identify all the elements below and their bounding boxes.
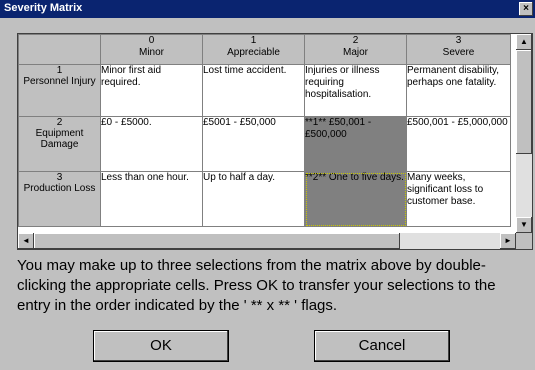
matrix-cell[interactable]: £5001 - £50,000 <box>202 116 305 172</box>
column-header: 3 Severe <box>406 34 511 65</box>
severity-grid[interactable]: 0 Minor 1 Appreciable 2 Major 3 Severe 1 Pers… <box>17 33 533 250</box>
matrix-cell-selected[interactable]: **2** One to five days. <box>304 171 407 227</box>
matrix-cell[interactable]: £0 - £5000. <box>100 116 203 172</box>
matrix-cell[interactable]: £500,001 - £5,000,000 <box>406 116 511 172</box>
corner-cell <box>18 34 101 65</box>
scrollbar-corner <box>516 233 532 249</box>
matrix-cell[interactable]: Injuries or illness requiring hospitalis… <box>304 64 407 117</box>
ok-button[interactable]: OK <box>93 330 229 362</box>
scroll-left-icon[interactable]: ◄ <box>18 233 34 249</box>
row-header: 1 Personnel Injury <box>18 64 101 117</box>
scroll-down-icon[interactable]: ▼ <box>516 217 532 233</box>
horizontal-scrollbar[interactable]: ◄ ► <box>18 233 516 249</box>
matrix-cell[interactable]: Minor first aid required. <box>100 64 203 117</box>
matrix-cell[interactable]: Permanent disability, perhaps one fatali… <box>406 64 511 117</box>
scroll-up-icon[interactable]: ▲ <box>516 34 532 50</box>
matrix-cell[interactable]: Lost time accident. <box>202 64 305 117</box>
title-bar: Severity Matrix × <box>0 0 535 18</box>
column-header: 0 Minor <box>100 34 203 65</box>
cancel-button[interactable]: Cancel <box>314 330 450 362</box>
close-icon[interactable]: × <box>519 2 533 16</box>
matrix-cell-selected[interactable]: **1** £50,001 - £500,000 <box>304 116 407 172</box>
row-header: 3 Production Loss <box>18 171 101 227</box>
column-header: 1 Appreciable <box>202 34 305 65</box>
scroll-right-icon[interactable]: ► <box>500 233 516 249</box>
window-title: Severity Matrix <box>4 2 83 14</box>
vertical-scroll-thumb[interactable] <box>516 50 532 154</box>
matrix-cell[interactable]: Up to half a day. <box>202 171 305 227</box>
row-header: 2 Equipment Damage <box>18 116 101 172</box>
column-header: 2 Major <box>304 34 407 65</box>
vertical-scrollbar[interactable]: ▲ ▼ <box>516 34 532 233</box>
horizontal-scroll-thumb[interactable] <box>34 233 400 249</box>
matrix-cell[interactable]: Many weeks, significant loss to customer… <box>406 171 511 227</box>
instructions-text: You may make up to three selections from… <box>17 257 496 314</box>
severity-table: 0 Minor 1 Appreciable 2 Major 3 Severe 1 Pers… <box>18 34 511 227</box>
matrix-cell[interactable]: Less than one hour. <box>100 171 203 227</box>
